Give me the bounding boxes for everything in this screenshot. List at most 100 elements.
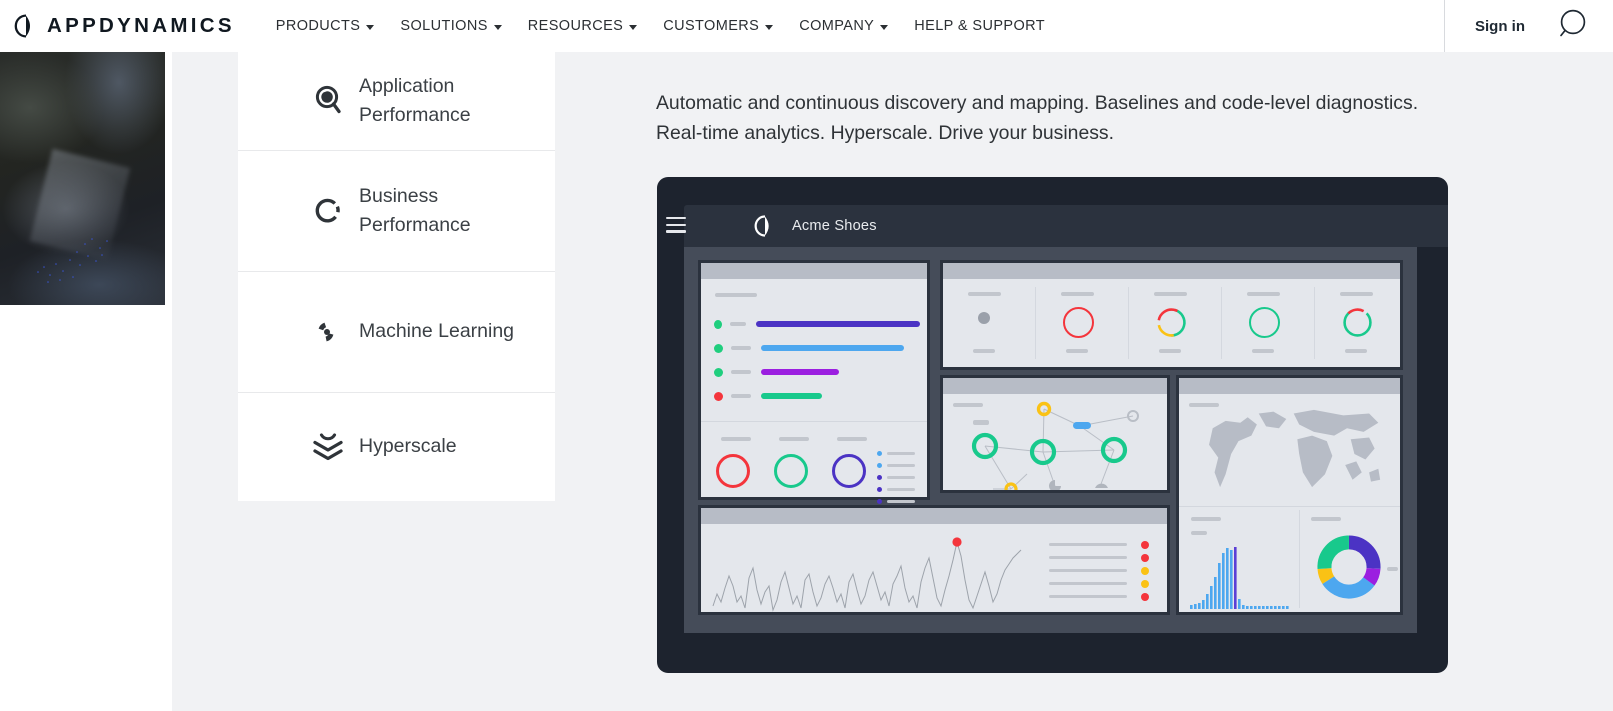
panel-header xyxy=(701,508,1167,524)
world-map-icon xyxy=(1209,409,1381,488)
list-item xyxy=(1049,590,1149,603)
panel-business-transactions[interactable] xyxy=(698,260,930,504)
list-row-skeleton xyxy=(1049,569,1127,572)
hamburger-menu-icon[interactable] xyxy=(666,217,686,233)
legend-item xyxy=(877,451,915,456)
ring-label-skeleton xyxy=(721,437,751,441)
nav-label: SOLUTIONS xyxy=(400,18,488,34)
donut-chart xyxy=(1317,535,1381,599)
sidebar-item-label: Hyperscale xyxy=(359,435,457,458)
legend-dot xyxy=(877,487,882,492)
panel-header xyxy=(943,263,1400,279)
status-dot-critical xyxy=(1141,540,1149,549)
application-performance-icon xyxy=(310,83,346,119)
metric-ring-critical xyxy=(716,454,750,488)
search-icon[interactable] xyxy=(1557,7,1591,46)
sidebar-item-business-performance[interactable]: Business Performance xyxy=(238,151,555,272)
health-tile[interactable] xyxy=(1129,279,1221,367)
legend-item xyxy=(877,487,915,492)
nav-label: RESOURCES xyxy=(527,18,624,34)
tile-title-skeleton xyxy=(1061,292,1094,296)
tile-value-skeleton xyxy=(1066,349,1088,353)
nav-item-resources[interactable]: RESOURCES xyxy=(515,14,650,38)
health-tile[interactable] xyxy=(943,279,1035,367)
tile-title-skeleton xyxy=(1154,292,1187,296)
panel-header xyxy=(701,263,927,279)
nav-item-solutions[interactable]: SOLUTIONS xyxy=(387,14,514,38)
dashboard-app-title: Acme Shoes xyxy=(792,218,877,234)
nav-label: COMPANY xyxy=(799,18,875,34)
histogram-chart xyxy=(1190,547,1289,609)
legend-dot xyxy=(877,463,882,468)
response-time-list xyxy=(1049,538,1149,603)
subpanel-donut[interactable] xyxy=(1301,507,1400,617)
panel-divider-vertical xyxy=(1299,510,1300,608)
subpanel-histogram[interactable] xyxy=(1179,507,1299,617)
legend-dot xyxy=(877,499,882,504)
panel-response-time[interactable] xyxy=(698,505,1170,615)
panel-geo-analytics[interactable] xyxy=(1176,375,1403,615)
sidebar-item-application-performance[interactable]: Application Performance xyxy=(238,52,555,151)
sign-in-link[interactable]: Sign in xyxy=(1475,18,1525,35)
list-item xyxy=(1049,538,1149,551)
ring-label-skeleton xyxy=(779,437,809,441)
sidebar-item-hyperscale[interactable]: Hyperscale xyxy=(238,393,555,501)
status-dot-critical xyxy=(714,391,723,401)
status-dot-healthy xyxy=(714,343,723,353)
list-row-skeleton xyxy=(1049,595,1127,598)
dashboard-canvas xyxy=(684,247,1417,633)
nav-item-products[interactable]: PRODUCTS xyxy=(263,14,388,38)
ring-label-skeleton xyxy=(837,437,867,441)
ring-legend-list xyxy=(877,451,915,504)
list-item xyxy=(1049,564,1149,577)
transaction-bar xyxy=(761,369,839,375)
dashboard-topbar: Acme Shoes xyxy=(666,205,1448,247)
nav-item-help-support[interactable]: HELP & SUPPORT xyxy=(901,14,1058,38)
panel-header xyxy=(1179,378,1400,394)
legend-label-skeleton xyxy=(887,452,915,455)
response-time-line-chart xyxy=(712,537,1022,612)
product-dashboard-mockup: Acme Shoes xyxy=(657,177,1448,673)
chevron-down-icon xyxy=(629,24,638,30)
transaction-row xyxy=(714,384,920,408)
panel-divider xyxy=(701,421,927,422)
health-ring-mixed xyxy=(1157,308,1186,337)
chevron-down-icon xyxy=(366,24,375,30)
health-tile[interactable] xyxy=(1036,279,1128,367)
tile-title-skeleton xyxy=(1247,292,1280,296)
status-dot-critical xyxy=(1141,592,1149,601)
tile-value-skeleton xyxy=(1159,349,1181,353)
tile-title-skeleton xyxy=(968,292,1001,296)
appdynamics-logo-icon xyxy=(14,14,38,38)
nav-item-company[interactable]: COMPANY xyxy=(786,14,901,38)
hero-particle-dots xyxy=(37,238,108,283)
list-item xyxy=(1049,577,1149,590)
status-dot-warning xyxy=(1141,579,1149,588)
legend-item xyxy=(877,463,915,468)
subpanel-subtitle-skeleton xyxy=(1191,531,1207,535)
appdynamics-mark-icon xyxy=(754,215,776,237)
transaction-bar xyxy=(761,345,904,351)
panel-flow-map[interactable] xyxy=(940,375,1170,493)
brand-logo[interactable]: APPDYNAMICS xyxy=(14,14,235,38)
product-sidebar: Application Performance Business Perform… xyxy=(238,52,555,501)
health-tile[interactable] xyxy=(1222,279,1314,367)
health-tile[interactable] xyxy=(1315,279,1400,367)
transaction-bar xyxy=(756,321,920,327)
sidebar-item-machine-learning[interactable]: Machine Learning xyxy=(238,272,555,393)
sidebar-item-label: Business Performance xyxy=(359,184,471,236)
row-label-skeleton xyxy=(731,346,751,350)
nav-label: HELP & SUPPORT xyxy=(914,18,1046,34)
nav-label: CUSTOMERS xyxy=(663,18,760,34)
transaction-bar-list xyxy=(714,312,920,408)
primary-nav: PRODUCTS SOLUTIONS RESOURCES CUSTOMERS C… xyxy=(263,14,1058,38)
business-performance-icon xyxy=(310,193,346,229)
metric-ring-indigo xyxy=(832,454,866,488)
health-ring-mostly-healthy xyxy=(1343,308,1372,337)
chevron-down-icon xyxy=(880,24,889,30)
panel-health-rules[interactable] xyxy=(940,260,1403,370)
panel-content xyxy=(701,524,1167,612)
nav-item-customers[interactable]: CUSTOMERS xyxy=(650,14,786,38)
legend-label-skeleton xyxy=(887,488,915,491)
metric-ring-healthy xyxy=(774,454,808,488)
